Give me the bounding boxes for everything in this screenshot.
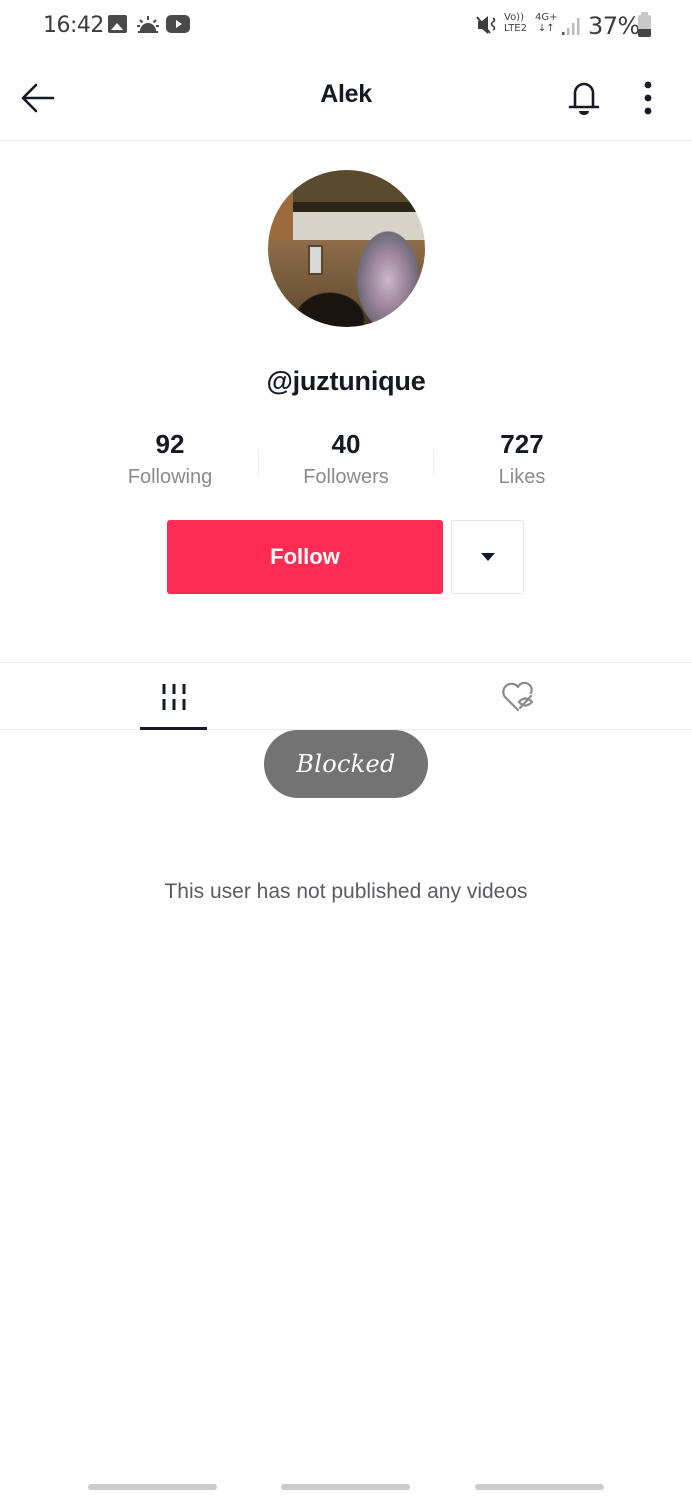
bell-icon: [568, 82, 600, 115]
network-type-label: 4G+: [535, 12, 558, 23]
tab-liked-videos[interactable]: [486, 663, 553, 730]
nav-back-button[interactable]: [475, 1484, 604, 1490]
stat-likes[interactable]: 727 Likes: [434, 428, 610, 498]
youtube-icon: [166, 15, 190, 33]
stat-followers-label: Followers: [303, 466, 389, 488]
profile-stats: 92 Following 40 Followers 727 Likes: [82, 428, 610, 498]
more-options-button[interactable]: [634, 76, 662, 120]
status-time: 16:42: [43, 13, 104, 38]
profile-avatar[interactable]: [268, 170, 425, 327]
profile-header: Alek: [0, 56, 692, 141]
stat-following-label: Following: [127, 466, 213, 488]
empty-state-message: This user has not published any videos: [164, 880, 528, 903]
signal-icon: [560, 16, 582, 36]
stat-divider: [258, 450, 259, 476]
volte-indicator: Vo)) LTE2: [504, 12, 527, 34]
stat-following-value: 92: [155, 429, 185, 459]
suggested-accounts-dropdown-button[interactable]: [451, 520, 524, 594]
mute-icon: [476, 14, 500, 36]
network-type-indicator: 4G+ ↓↑: [535, 12, 558, 34]
notifications-button[interactable]: [564, 76, 604, 120]
battery-percent: 37%: [588, 12, 640, 40]
nav-recents-button[interactable]: [88, 1484, 217, 1490]
tab-videos[interactable]: [140, 663, 207, 730]
more-vertical-icon: [644, 81, 652, 115]
stat-likes-value: 727: [500, 429, 544, 459]
data-arrows-icon: ↓↑: [537, 23, 555, 34]
grid-icon: [162, 683, 185, 710]
weather-sunrise-icon: [137, 15, 159, 33]
lte-label: LTE2: [504, 23, 527, 34]
stat-followers-value: 40: [331, 429, 361, 459]
profile-username: @juztunique: [266, 366, 426, 396]
follow-button[interactable]: Follow: [167, 520, 443, 594]
volte-label: Vo)): [504, 12, 524, 23]
gallery-icon: [108, 15, 127, 33]
profile-tabs: [0, 662, 692, 730]
stat-likes-label: Likes: [498, 466, 546, 488]
stat-followers[interactable]: 40 Followers: [258, 428, 434, 498]
stat-following[interactable]: 92 Following: [82, 428, 258, 498]
battery-icon: [638, 12, 651, 37]
caret-down-icon: [480, 553, 495, 561]
active-tab-indicator: [140, 727, 207, 730]
blocked-toast: Blocked: [264, 730, 428, 798]
hidden-heart-icon: [501, 681, 534, 711]
avatar-photo-detail: [308, 245, 323, 275]
status-bar: 16:42 Vo)) LTE2 4G+ ↓↑ 37%: [0, 0, 692, 56]
nav-home-button[interactable]: [281, 1484, 410, 1490]
